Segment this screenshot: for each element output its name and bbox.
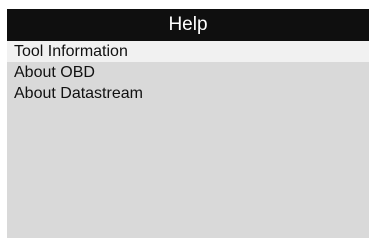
help-menu: Tool Information About OBD About Datastr…	[7, 41, 369, 104]
menu-item-about-obd[interactable]: About OBD	[7, 62, 369, 83]
help-screen: Help Tool Information About OBD About Da…	[7, 9, 369, 238]
menu-item-about-datastream[interactable]: About Datastream	[7, 83, 369, 104]
screen-title: Help	[7, 9, 369, 41]
menu-item-tool-information[interactable]: Tool Information	[7, 41, 369, 62]
